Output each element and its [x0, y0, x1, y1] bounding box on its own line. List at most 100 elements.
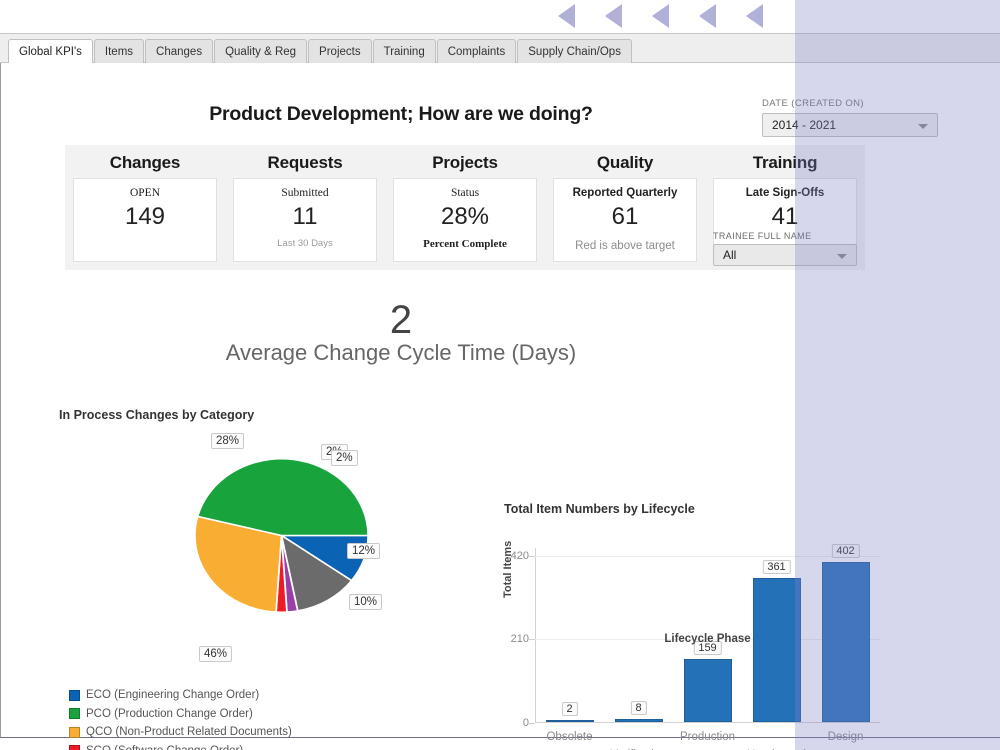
kpi-heading: Quality — [596, 153, 654, 172]
bar[interactable] — [614, 718, 663, 722]
bar-value-label: 402 — [831, 544, 860, 559]
pie-percent-label: 10% — [349, 594, 383, 610]
date-filter-label: DATE (CREATED ON) — [762, 98, 864, 109]
kpi-value: 41 — [771, 203, 799, 230]
bar-chart-panel: Total Item Numbers by Lifecycle Total It… — [496, 408, 896, 750]
trainee-filter: TRAINEE FULL NAME All — [713, 231, 857, 266]
kpi-subtitle: OPEN — [129, 187, 161, 199]
pie-chart-area — [194, 458, 374, 618]
left-arrow-3-icon — [652, 4, 669, 28]
trainee-filter-label: TRAINEE FULL NAME — [713, 231, 812, 241]
tab-list: Global KPI's Items Changes Quality & Reg Pro… — [8, 39, 633, 64]
kpi-subtitle: Late Sign-Offs — [745, 187, 825, 199]
kpi-heading: Changes — [109, 153, 181, 172]
kpi-note: Last 30 Days — [277, 238, 333, 249]
trainee-filter-dropdown[interactable]: All — [713, 244, 857, 266]
gridline — [535, 555, 880, 557]
pie-percent-label: 28% — [211, 433, 245, 449]
kpi-subtitle: Status — [450, 187, 480, 199]
left-arrow-1-icon — [558, 4, 575, 28]
bar-x-axis-title: Lifecycle Phase — [664, 633, 751, 645]
kpi-subtitle: Reported Quarterly — [572, 187, 678, 199]
pie-percent-label: 46% — [199, 646, 233, 662]
kpi-card: Submitted 11 Last 30 Days — [233, 178, 377, 262]
kpi-value: 28% — [440, 203, 490, 230]
legend-swatch-icon — [69, 745, 80, 750]
y-axis-tick-label: 210 — [510, 633, 529, 646]
kpi-value: 61 — [611, 203, 639, 230]
tab-complaints[interactable]: Complaints — [436, 39, 517, 64]
date-filter: DATE (CREATED ON) 2014 - 2021 — [762, 98, 942, 137]
kpi-note: Red is above target — [575, 240, 675, 252]
bar-value-label: 2 — [561, 702, 578, 716]
tab-global-kpi-s[interactable]: Global KPI's — [8, 39, 93, 64]
x-axis-tick-label: Design — [827, 731, 864, 743]
bar-value-label: 8 — [630, 700, 647, 715]
kpi-value: 11 — [292, 203, 318, 230]
left-arrow-4-icon — [699, 4, 716, 28]
pie-percent-label: 12% — [347, 543, 381, 559]
bar[interactable] — [752, 578, 801, 722]
y-axis-tick — [529, 723, 535, 724]
y-axis-tick — [529, 555, 535, 557]
kpi-column-projects: Projects Status 28% Percent Complete — [385, 145, 545, 270]
legend-swatch-icon — [69, 726, 80, 738]
tab-changes[interactable]: Changes — [145, 39, 214, 64]
tab-projects[interactable]: Projects — [308, 39, 372, 64]
kpi-value: 149 — [124, 203, 166, 230]
kpi-heading: Requests — [267, 153, 343, 172]
x-axis-tick-label: Obsolete — [546, 731, 593, 743]
legend-label: SCO (Software Change Order) — [86, 745, 243, 750]
dashboard-body: Product Development; How are we doing? D… — [0, 63, 1000, 750]
pie-legend: ECO (Engineering Change Order) PCO (Produ… — [69, 686, 292, 750]
kpi-band: Changes OPEN 149 Requests Submitted 11 Last 30… — [65, 145, 865, 270]
dashboard-root: Global KPI's Items Changes Quality & Reg Pro… — [0, 0, 1000, 750]
y-axis-tick-label: 420 — [510, 549, 529, 562]
kpi-card: OPEN 149 — [73, 178, 217, 262]
kpi-heading: Projects — [432, 153, 498, 172]
trainee-filter-value: All — [723, 248, 737, 262]
tab-items[interactable]: Items — [93, 39, 145, 64]
legend-swatch-icon — [69, 708, 80, 720]
pie-chart-title: In Process Changes by Category — [59, 408, 255, 422]
kpi-column-changes: Changes OPEN 149 — [65, 145, 225, 270]
left-arrow-5-icon — [746, 4, 763, 28]
legend-item[interactable]: ECO (Engineering Change Order) — [69, 686, 292, 705]
kpi-note: Percent Complete — [423, 238, 507, 250]
legend-swatch-icon — [69, 689, 80, 701]
hero-value: 2 — [389, 298, 413, 342]
legend-item[interactable]: PCO (Production Change Order) — [69, 705, 292, 724]
tab-training[interactable]: Training — [372, 39, 436, 64]
tab-supply-chain-ops[interactable]: Supply Chain/Ops — [517, 39, 632, 64]
pie-percent-label: 2% — [331, 450, 358, 466]
bar-value-label: 361 — [762, 560, 791, 575]
kpi-card: Status 28% Percent Complete — [393, 178, 537, 262]
arrow-strip — [0, 0, 1000, 33]
hero-label: Average Change Cycle Time (Days) — [225, 340, 577, 365]
page-title: Product Development; How are we doing? — [209, 103, 593, 125]
legend-item[interactable]: SCO (Software Change Order) — [69, 742, 292, 750]
pie-chart-panel: In Process Changes by Category 28%2%2%12… — [59, 408, 459, 750]
pie-graphic — [194, 458, 369, 613]
bar[interactable] — [683, 658, 732, 722]
tab-quality-reg[interactable]: Quality & Reg — [214, 39, 308, 64]
legend-item[interactable]: QCO (Non-Product Related Documents) — [69, 723, 292, 742]
tab-bar: Global KPI's Items Changes Quality & Reg Pro… — [0, 33, 1000, 64]
kpi-column-training: Training Late Sign-Offs 41 TRAINEE FULL NAM… — [705, 145, 865, 270]
x-axis-line — [535, 722, 880, 723]
chevron-down-icon — [918, 124, 928, 129]
kpi-subtitle: Submitted — [281, 187, 329, 199]
kpi-heading: Training — [752, 153, 818, 172]
kpi-card: Reported Quarterly 61 Red is above target — [553, 178, 697, 262]
legend-label: ECO (Engineering Change Order) — [86, 689, 260, 702]
legend-label: QCO (Non-Product Related Documents) — [86, 726, 292, 739]
legend-label: PCO (Production Change Order) — [86, 707, 253, 720]
kpi-column-quality: Quality Reported Quarterly 61 Red is above … — [545, 145, 705, 270]
bar-chart-title: Total Item Numbers by Lifecycle — [504, 502, 695, 516]
chevron-down-icon — [837, 254, 847, 259]
date-filter-dropdown[interactable]: 2014 - 2021 — [762, 113, 938, 137]
kpi-column-requests: Requests Submitted 11 Last 30 Days — [225, 145, 385, 270]
bar[interactable] — [545, 720, 594, 722]
x-axis-tick-label: Production — [680, 731, 735, 743]
date-filter-value: 2014 - 2021 — [772, 118, 837, 132]
